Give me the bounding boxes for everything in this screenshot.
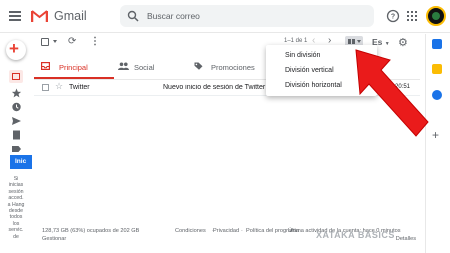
sent-icon[interactable] [11, 116, 22, 126]
search-icon[interactable] [127, 10, 139, 22]
menu-item-no-split[interactable]: Sin división [285, 52, 320, 59]
privacy-link[interactable]: Privacidad [213, 227, 239, 235]
plus-icon: + [9, 39, 19, 58]
tab-label: Principal [59, 63, 88, 72]
keep-icon[interactable] [432, 64, 442, 74]
account-avatar[interactable] [426, 6, 446, 26]
app-name: Gmail [54, 9, 87, 23]
footer-sep: · [241, 228, 243, 234]
calendar-icon[interactable] [432, 39, 442, 49]
tag-icon [194, 62, 203, 70]
terms-link[interactable]: Condiciones [175, 227, 206, 235]
people-icon [118, 62, 129, 70]
main-menu-icon[interactable] [9, 11, 21, 21]
tab-social[interactable]: Social [114, 53, 192, 79]
email-sender: Twitter [69, 84, 90, 91]
star-icon[interactable]: ☆ [55, 81, 63, 92]
search-input[interactable]: Buscar correo [147, 11, 200, 21]
tab-principal[interactable]: Principal [34, 53, 114, 79]
menu-item-horizontal-split[interactable]: División horizontal [285, 82, 342, 89]
email-checkbox[interactable] [42, 84, 49, 91]
gmail-logo-icon [31, 10, 48, 23]
svg-text:?: ? [391, 14, 395, 21]
manage-storage-link[interactable]: Gestionar [42, 235, 172, 243]
hangouts-info-text: Si inicias sesión acced. a Hang desde to… [7, 176, 25, 240]
compose-button[interactable]: + [6, 39, 26, 60]
email-subject: Nuevo inicio de sesión de Twitter [163, 84, 266, 91]
storage-text: 128,73 GB (63%) ocupados de 202 GB [42, 228, 140, 234]
pagination-text: 1–1 de 1 [284, 38, 308, 44]
starred-icon[interactable] [11, 88, 22, 98]
drafts-icon[interactable] [11, 130, 22, 140]
label-icon[interactable] [11, 144, 22, 154]
inbox-tab-icon [41, 62, 50, 70]
apps-grid-icon[interactable] [407, 11, 417, 21]
tasks-icon[interactable] [432, 90, 442, 100]
menu-item-vertical-split[interactable]: División vertical [285, 67, 334, 74]
watermark-text: XATAKA BASICS [316, 230, 395, 240]
help-icon[interactable]: ? [386, 9, 400, 23]
more-options-icon[interactable]: ⋮ [90, 36, 100, 47]
snoozed-icon[interactable] [11, 102, 22, 112]
select-menu-caret-icon[interactable] [53, 40, 57, 43]
refresh-icon[interactable]: ⟳ [68, 36, 76, 47]
tab-promociones[interactable]: Promociones [192, 53, 262, 79]
select-all-checkbox[interactable] [41, 38, 49, 46]
tab-label: Promociones [211, 63, 255, 72]
hangouts-signin-button[interactable]: Inic [10, 155, 32, 169]
storage-usage: 128,73 GB (63%) ocupados de 202 GB Gesti… [42, 227, 172, 243]
tab-label: Social [134, 63, 155, 72]
red-arrow-icon [355, 49, 429, 137]
inbox-icon[interactable] [9, 70, 23, 83]
add-addon-icon[interactable]: + [432, 128, 439, 142]
